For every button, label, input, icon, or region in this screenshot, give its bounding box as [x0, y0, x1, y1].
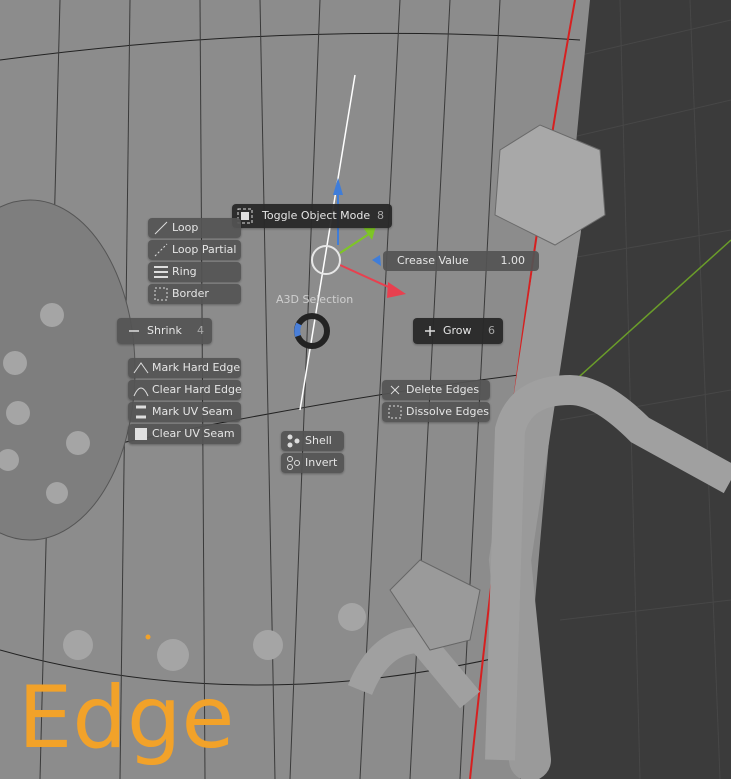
- crease-value-field[interactable]: Crease Value 1.00: [383, 251, 539, 271]
- mark-uv-seam-label: Mark UV Seam: [152, 405, 233, 418]
- toggle-object-mode-button[interactable]: Toggle Object Mode 8: [232, 204, 392, 228]
- pie-menu-title: A3D Selection: [276, 293, 354, 306]
- shortcut-key: 4: [197, 324, 204, 337]
- mark-hard-edge-button[interactable]: Mark Hard Edge: [128, 358, 241, 378]
- loop-partial-button[interactable]: Loop Partial: [148, 240, 241, 260]
- border-select-icon: [153, 286, 169, 302]
- grow-label: Grow: [443, 324, 472, 337]
- plus-icon: [422, 323, 438, 339]
- 3d-viewport[interactable]: [0, 0, 731, 779]
- clear-seam-icon: [133, 426, 149, 442]
- shortcut-key: 8: [377, 209, 384, 222]
- dissolve-icon: [387, 404, 403, 420]
- loop-label: Loop: [172, 221, 199, 234]
- loop-partial-label: Loop Partial: [172, 243, 237, 256]
- invert-label: Invert: [305, 456, 338, 469]
- loop-partial-icon: [153, 242, 169, 258]
- edge-ring-icon: [153, 264, 169, 280]
- toggle-object-mode-label: Toggle Object Mode: [262, 209, 371, 222]
- clear-sharp-icon: [133, 382, 149, 398]
- clear-hard-edge-label: Clear Hard Edge: [152, 383, 242, 396]
- loop-button[interactable]: Loop: [148, 218, 241, 238]
- invert-button[interactable]: Invert: [281, 453, 344, 473]
- shortcut-key: 6: [488, 324, 495, 337]
- crease-value: 1.00: [500, 254, 526, 267]
- origin-dot: [145, 634, 151, 640]
- shell-button[interactable]: Shell: [281, 431, 344, 451]
- clear-uv-seam-button[interactable]: Clear UV Seam: [128, 424, 241, 444]
- clear-hard-edge-button[interactable]: Clear Hard Edge: [128, 380, 242, 400]
- shrink-label: Shrink: [147, 324, 182, 337]
- grow-button[interactable]: Grow 6: [413, 318, 503, 344]
- dissolve-edges-button[interactable]: Dissolve Edges: [382, 402, 490, 422]
- mark-seam-icon: [133, 404, 149, 420]
- edge-loop-icon: [153, 220, 169, 236]
- border-label: Border: [172, 287, 209, 300]
- shell-label: Shell: [305, 434, 332, 447]
- ring-label: Ring: [172, 265, 197, 278]
- x-icon: [387, 382, 403, 398]
- clear-uv-seam-label: Clear UV Seam: [152, 427, 235, 440]
- shell-icon: [286, 433, 302, 449]
- invert-icon: [286, 455, 302, 471]
- selection-mode-overlay: Edge: [18, 668, 235, 768]
- mark-hard-edge-label: Mark Hard Edge: [152, 361, 241, 374]
- crease-value-label: Crease Value: [397, 254, 469, 267]
- dissolve-edges-label: Dissolve Edges: [406, 405, 489, 418]
- shrink-button[interactable]: Shrink 4: [117, 318, 212, 344]
- ring-button[interactable]: Ring: [148, 262, 241, 282]
- minus-icon: [126, 323, 142, 339]
- delete-edges-button[interactable]: Delete Edges: [382, 380, 490, 400]
- mark-sharp-icon: [133, 360, 149, 376]
- delete-edges-label: Delete Edges: [406, 383, 480, 396]
- border-button[interactable]: Border: [148, 284, 241, 304]
- mark-uv-seam-button[interactable]: Mark UV Seam: [128, 402, 241, 422]
